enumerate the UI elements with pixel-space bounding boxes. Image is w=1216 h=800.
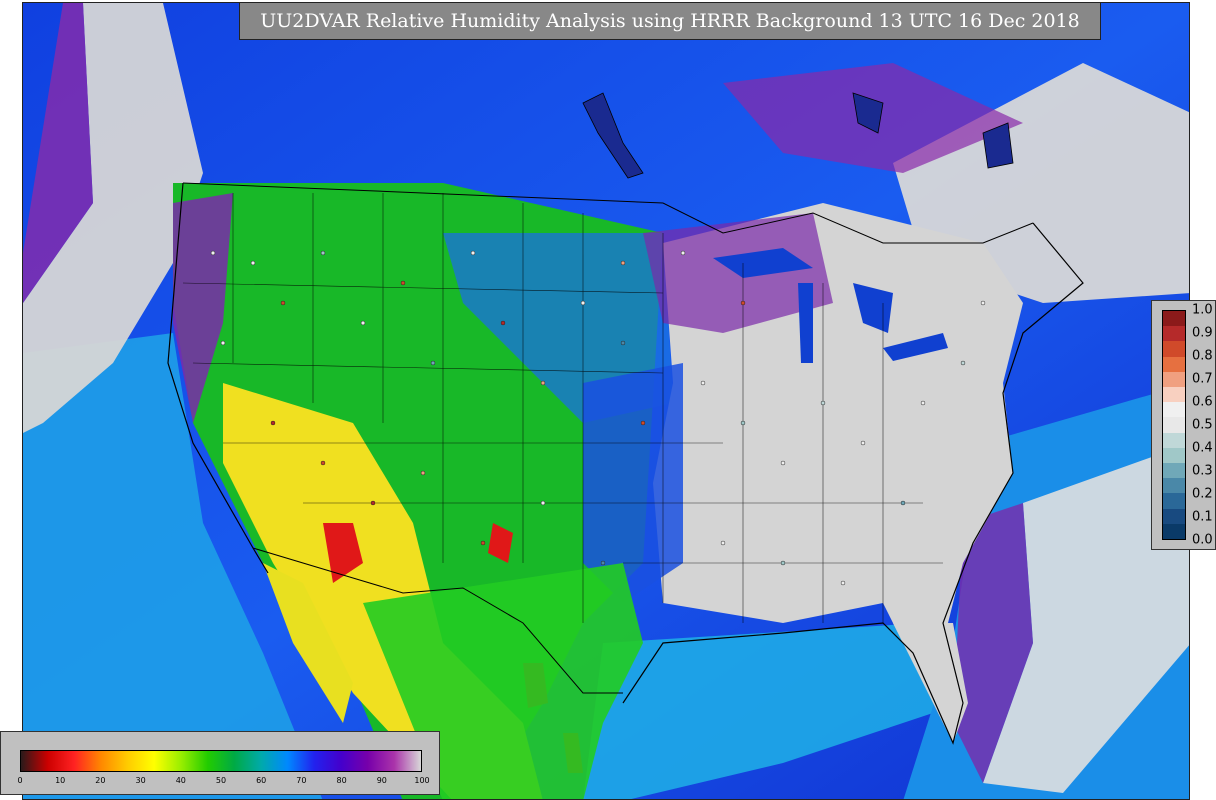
rh-colorbar-tick: 70 — [296, 776, 307, 785]
obs-colorbar-tick: 0.1 — [1192, 509, 1213, 525]
obs-colorbar-swatch — [1163, 311, 1185, 327]
obs-colorbar-tick: 0.0 — [1192, 532, 1213, 548]
obs-colorbar-swatch — [1163, 417, 1185, 433]
obs-colorbar-swatch — [1163, 493, 1185, 509]
obs-colorbar-gradient — [1162, 310, 1186, 540]
obs-colorbar-tick: 0.4 — [1192, 440, 1213, 456]
obs-colorbar-swatch — [1163, 432, 1185, 448]
obs-colorbar-tick: 0.9 — [1192, 325, 1213, 341]
obs-colorbar-tick: 0.5 — [1192, 417, 1213, 433]
obs-colorbar-swatch — [1163, 447, 1185, 464]
obs-colorbar-swatch — [1163, 478, 1185, 494]
obs-colorbar-tick: 0.3 — [1192, 463, 1213, 479]
obs-colorbar: 1.0 0.9 0.8 0.7 0.6 0.5 0.4 0.3 0.2 0.1 0.0 — [1151, 300, 1216, 550]
rh-colorbar-tick: 20 — [95, 776, 106, 785]
rh-colorbar-tick: 80 — [336, 776, 347, 785]
obs-colorbar-swatch — [1163, 402, 1185, 418]
rh-colorbar-tick: 100 — [414, 776, 430, 785]
obs-colorbar-tick: 1.0 — [1192, 302, 1213, 318]
obs-colorbar-tick: 0.7 — [1192, 371, 1213, 387]
rh-colorbar-tick: 10 — [55, 776, 66, 785]
rh-colorbar-tick: 50 — [215, 776, 227, 785]
obs-colorbar-swatch — [1163, 523, 1185, 540]
rh-colorbar-tick: 90 — [376, 776, 387, 785]
rh-analysis-map — [22, 2, 1190, 800]
obs-colorbar-swatch — [1163, 371, 1185, 388]
obs-colorbar-tick: 0.6 — [1192, 394, 1213, 410]
rh-colorbar-gradient — [20, 750, 422, 772]
obs-colorbar-tick: 0.2 — [1192, 486, 1213, 502]
map-title: UU2DVAR Relative Humidity Analysis using… — [239, 2, 1101, 40]
obs-colorbar-swatch — [1163, 326, 1185, 342]
rh-colorbar: 0 10 20 30 40 50 60 70 80 90 100 — [0, 731, 440, 795]
obs-colorbar-tick: 0.8 — [1192, 348, 1213, 364]
rh-colorbar-tick: 60 — [256, 776, 267, 785]
obs-colorbar-swatch — [1163, 463, 1185, 479]
obs-colorbar-swatch — [1163, 508, 1185, 524]
obs-colorbar-swatch — [1163, 356, 1185, 372]
obs-colorbar-swatch — [1163, 387, 1185, 403]
rh-colorbar-tick: 0 — [17, 776, 23, 785]
obs-colorbar-swatch — [1163, 341, 1185, 357]
rh-colorbar-tick: 30 — [135, 776, 146, 785]
rh-colorbar-tick: 40 — [175, 776, 186, 785]
